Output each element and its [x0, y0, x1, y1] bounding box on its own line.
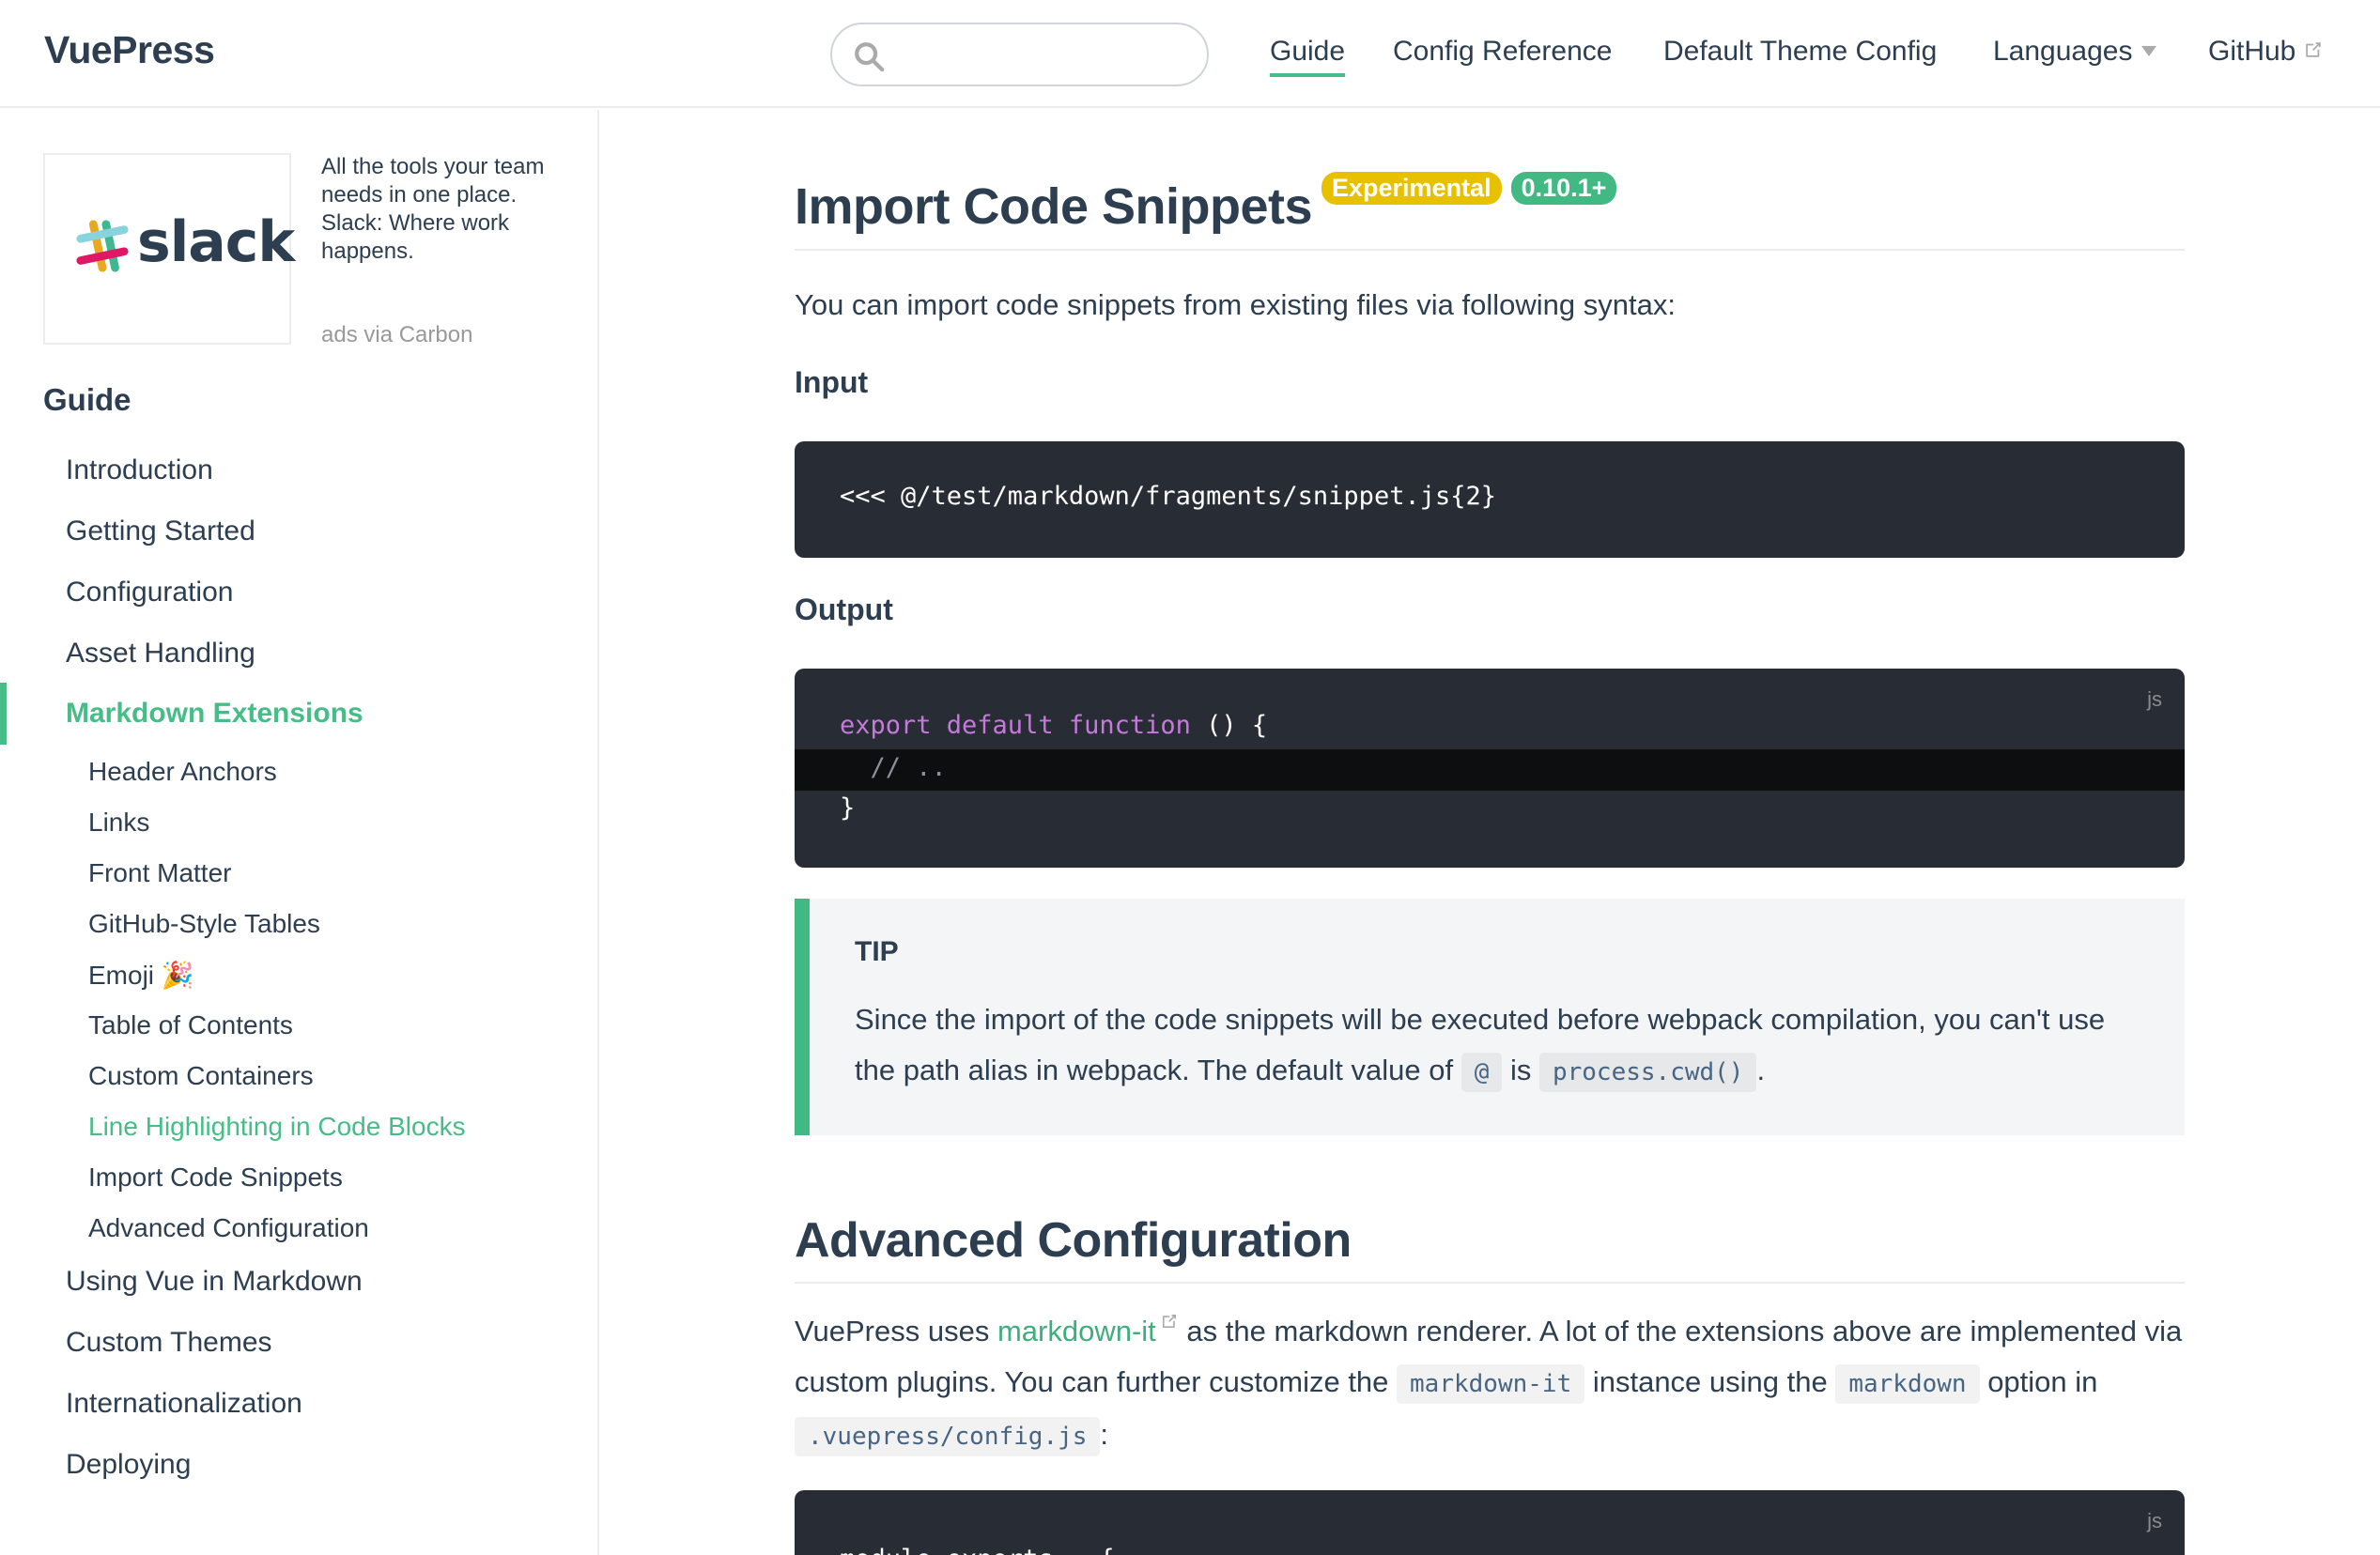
- sidebar-subitem-github-style-tables[interactable]: GitHub-Style Tables: [88, 909, 320, 939]
- sidebar-item-getting-started[interactable]: Getting Started: [66, 516, 255, 547]
- sidebar-item-markdown-extensions[interactable]: Markdown Extensions: [66, 698, 363, 730]
- badge-version: 0.10.1+: [1510, 172, 1617, 205]
- text-part: instance using the: [1584, 1365, 1836, 1398]
- markdown-it-link-label: markdown-it: [997, 1315, 1156, 1347]
- nav-item-languages[interactable]: Languages: [1993, 36, 2157, 68]
- carbon-ad: slack All the tools your team needs in o…: [43, 153, 560, 350]
- advanced-paragraph: VuePress uses markdown-it as the markdow…: [795, 1306, 2185, 1462]
- chevron-down-icon: [2141, 45, 2157, 56]
- text-part: option in: [1979, 1365, 2098, 1398]
- inline-code: @: [1460, 1053, 1503, 1092]
- nav-item-default-theme-config[interactable]: Default Theme Config: [1663, 36, 1937, 68]
- inline-code: process.cwd(): [1538, 1053, 1757, 1092]
- input-code-block: <<< @/test/markdown/fragments/snippet.js…: [795, 441, 2185, 558]
- external-link-icon: [2306, 42, 2322, 57]
- sidebar-subitem-front-matter[interactable]: Front Matter: [88, 858, 231, 888]
- inline-code: .vuepress/config.js: [795, 1417, 1101, 1456]
- nav-item-github[interactable]: GitHub: [2208, 36, 2324, 68]
- sidebar-item-internationalization[interactable]: Internationalization: [66, 1388, 302, 1420]
- sidebar-item-deploying[interactable]: Deploying: [66, 1449, 191, 1481]
- external-link-icon: [1162, 1314, 1176, 1329]
- tip-container: TIP Since the import of the code snippet…: [795, 899, 2185, 1135]
- sidebar-subitem-table-of-contents[interactable]: Table of Contents: [88, 1010, 293, 1040]
- section-heading-advanced-configuration: Advanced Configuration: [795, 1212, 2185, 1284]
- config-code-block: js module.exports = {: [795, 1490, 2185, 1555]
- code-line: module.exports = {: [840, 1545, 1115, 1555]
- sidebar: slack All the tools your team needs in o…: [0, 110, 599, 1555]
- code-lang-label: js: [2147, 687, 2162, 711]
- ad-text[interactable]: All the tools your team needs in one pla…: [321, 153, 565, 266]
- active-indicator: [0, 683, 7, 745]
- text-part: :: [1100, 1418, 1109, 1451]
- code-lang-label: js: [2147, 1509, 2162, 1532]
- sidebar-heading-guide[interactable]: Guide: [43, 382, 131, 418]
- code-line: export default function () {: [840, 711, 1267, 740]
- code-keyword: export default function: [840, 711, 1191, 740]
- page-title: Import Code Snippets Experimental 0.10.1+: [795, 172, 2185, 251]
- sidebar-subitem-custom-containers[interactable]: Custom Containers: [88, 1061, 314, 1091]
- sidebar-item-asset-handling[interactable]: Asset Handling: [66, 638, 255, 670]
- inline-code: markdown: [1835, 1364, 1980, 1404]
- output-heading: Output: [795, 593, 893, 626]
- inline-code: markdown-it: [1397, 1364, 1585, 1404]
- tip-title: TIP: [855, 936, 899, 967]
- page-title-text: Import Code Snippets: [795, 178, 1313, 235]
- code-line: // ..: [840, 753, 947, 782]
- nav-links: Guide Config Reference Default Theme Con…: [0, 0, 2380, 108]
- tip-text-part: .: [1756, 1054, 1766, 1086]
- sidebar-subitem-advanced-configuration[interactable]: Advanced Configuration: [88, 1213, 369, 1243]
- nav-item-config-reference[interactable]: Config Reference: [1393, 36, 1612, 68]
- sidebar-subitem-emoji[interactable]: Emoji 🎉: [88, 960, 194, 991]
- code-text: {: [1084, 1545, 1114, 1555]
- nav-item-guide[interactable]: Guide: [1270, 36, 1346, 77]
- sidebar-item-using-vue-in-markdown[interactable]: Using Vue in Markdown: [66, 1266, 363, 1298]
- input-heading: Input: [795, 365, 869, 399]
- sidebar-subitem-import-code-snippets[interactable]: Import Code Snippets: [88, 1162, 343, 1193]
- navbar: VuePress Guide Config Reference Default …: [0, 0, 2380, 108]
- sidebar-subitem-line-highlighting[interactable]: Line Highlighting in Code Blocks: [88, 1112, 466, 1142]
- code-operator: =: [1069, 1545, 1084, 1555]
- code-line: }: [840, 793, 856, 823]
- ad-powered-by[interactable]: ads via Carbon: [321, 322, 472, 348]
- highlighted-line: [795, 749, 2185, 791]
- tip-text: Since the import of the code snippets wi…: [855, 994, 2151, 1098]
- ad-image[interactable]: slack: [43, 153, 295, 345]
- sidebar-subitem-header-anchors[interactable]: Header Anchors: [88, 757, 277, 787]
- sidebar-subitem-links[interactable]: Links: [88, 808, 149, 838]
- nav-item-languages-label: Languages: [1993, 36, 2133, 67]
- text-part: VuePress uses: [795, 1315, 997, 1347]
- intro-paragraph: You can import code snippets from existi…: [795, 288, 1676, 321]
- markdown-it-link[interactable]: markdown-it: [997, 1314, 1179, 1347]
- slack-wordmark: slack: [137, 209, 295, 275]
- code-line: <<< @/test/markdown/fragments/snippet.js…: [840, 482, 1496, 511]
- badge-experimental: Experimental: [1321, 172, 1502, 205]
- tip-text-part: is: [1502, 1054, 1539, 1086]
- sidebar-item-configuration[interactable]: Configuration: [66, 577, 233, 608]
- output-code-block: js export default function () { // .. }: [795, 669, 2185, 868]
- nav-item-github-label: GitHub: [2208, 36, 2296, 67]
- sidebar-item-custom-themes[interactable]: Custom Themes: [66, 1327, 272, 1359]
- code-text: module.exports: [840, 1545, 1069, 1555]
- sidebar-item-introduction[interactable]: Introduction: [66, 454, 213, 486]
- slack-logo-icon: [76, 220, 129, 272]
- code-text: () {: [1190, 711, 1268, 740]
